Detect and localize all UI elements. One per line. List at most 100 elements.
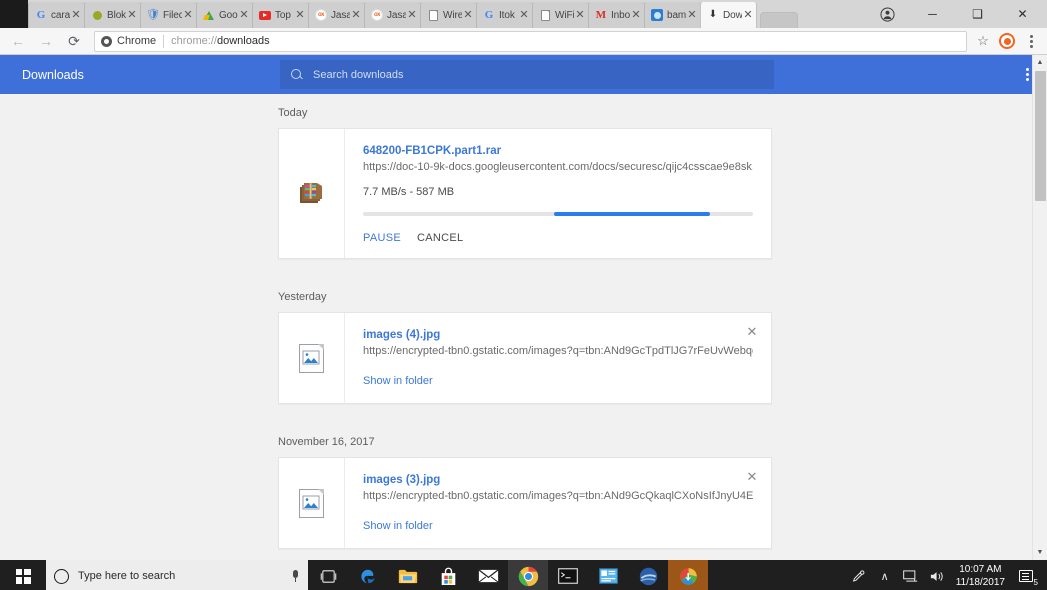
tab-close-icon[interactable]: ✕ [238,9,250,21]
tab-close-icon[interactable]: ✕ [294,9,306,21]
tab-title: Goo [219,9,238,21]
image-file-icon [299,488,324,518]
tab-close-icon[interactable]: ✕ [630,9,642,21]
bookmark-star-icon[interactable]: ☆ [971,29,995,53]
blue-app-button[interactable] [588,560,628,590]
search-downloads-input[interactable]: Search downloads [280,60,774,89]
pen-workspace-icon[interactable] [846,560,872,590]
show-hidden-icons-chevron[interactable]: ∧ [872,560,898,590]
download-action-row: PAUSE CANCEL [363,232,753,244]
browser-tab[interactable]: ⬇ Dow ✕ [700,2,757,28]
internet-download-manager-button[interactable] [668,560,708,590]
profile-avatar-icon[interactable] [865,0,910,28]
download-file-name-link[interactable]: 648200-FB1CPK.part1.rar [363,145,753,157]
download-file-name-link[interactable]: images (3).jpg [363,474,753,486]
tab-close-icon[interactable]: ✕ [574,9,586,21]
action-center-button[interactable]: 5 [1011,560,1041,590]
tab-close-icon[interactable]: ✕ [70,9,82,21]
download-item-card[interactable]: 648200-FB1CPK.part1.rar https://doc-10-9k… [278,128,772,259]
download-pause-button[interactable]: PAUSE [363,232,401,244]
browser-tab[interactable]: Gcara ✕ [28,2,85,28]
address-bar[interactable]: Chrome chrome://downloads [94,30,967,52]
browser-tab-strip: Gcara ✕ Blok ✕ 🛡 Filec ✕ Goo ✕ Top ✕ ox Jasa ✕ ox Jasa ✕… [0,0,1047,28]
task-view-button[interactable] [308,560,348,590]
downloads-scroll-area: Today 648200-FB1CPK.part1.rar https://doc-… [0,94,1047,560]
remove-download-icon[interactable]: ✕ [744,323,760,339]
tab-close-icon[interactable]: ✕ [182,9,194,21]
new-tab-button[interactable] [760,12,798,28]
minimize-button[interactable]: ─ [910,0,955,28]
reload-button[interactable]: ⟳ [60,29,88,53]
browser-tab[interactable]: Goo ✕ [196,2,253,28]
image-file-icon [299,343,324,373]
scrollbar-thumb[interactable] [1035,71,1046,201]
taskbar-search-box[interactable]: Type here to search [46,560,308,590]
download-file-name-link[interactable]: images (4).jpg [363,329,753,341]
clock-time: 10:07 AM [959,564,1002,575]
browser-tab[interactable]: ox Jasa ✕ [308,2,365,28]
close-window-button[interactable]: ✕ [1000,0,1045,28]
bam-icon [651,9,663,21]
tab-close-icon[interactable]: ✕ [462,9,474,21]
google-chrome-button[interactable] [508,560,548,590]
browser-tab[interactable]: bam ✕ [644,2,701,28]
dot-icon [91,9,103,21]
show-in-folder-link[interactable]: Show in folder [363,375,433,387]
forward-button[interactable]: → [32,29,60,53]
search-placeholder-text: Search downloads [313,68,404,81]
browser-tab[interactable]: M Inbo ✕ [588,2,645,28]
ox-icon: ox [315,9,327,21]
browser-tab[interactable]: G Itok ✕ [476,2,533,28]
google-icon: G [36,8,46,21]
download-item-details: 648200-FB1CPK.part1.rar https://doc-10-9k… [345,129,771,258]
extension-badge [999,33,1015,49]
show-in-folder-link[interactable]: Show in folder [363,520,433,532]
chrome-menu-button[interactable] [1019,29,1043,53]
tab-close-icon[interactable]: ✕ [126,9,138,21]
start-button[interactable] [0,560,46,590]
tab-close-icon[interactable]: ✕ [406,9,418,21]
browser-tab[interactable]: Top ✕ [252,2,309,28]
tab-close-icon[interactable]: ✕ [686,9,698,21]
tab-close-icon[interactable]: ✕ [350,9,362,21]
back-button[interactable]: ← [4,29,32,53]
clock-date: 11/18/2017 [955,577,1005,588]
network-icon[interactable] [898,560,924,590]
system-tray: ∧ 10:07 AM 11/18/2017 5 [846,560,1047,590]
remove-download-icon[interactable]: ✕ [744,468,760,484]
download-group-date: Today [278,107,308,119]
tab-close-icon[interactable]: ✕ [742,9,754,21]
download-item-card[interactable]: images (4).jpg https://encrypted-tbn0.gst… [278,312,772,404]
command-prompt-button[interactable] [548,560,588,590]
extension-icon[interactable] [995,29,1019,53]
download-group-date: November 16, 2017 [278,436,375,448]
page-scrollbar[interactable]: ▲ ▼ [1032,55,1047,560]
notification-icon [1019,570,1033,582]
microphone-icon[interactable] [290,569,300,583]
download-item-card[interactable]: images (3).jpg https://encrypted-tbn0.gst… [278,457,772,549]
maximize-button[interactable]: ❑ [955,0,1000,28]
microsoft-store-button[interactable] [428,560,468,590]
taskbar-clock[interactable]: 10:07 AM 11/18/2017 [950,563,1011,589]
google-icon: G [484,8,494,21]
mail-button[interactable] [468,560,508,590]
blue-circle-app-button[interactable] [628,560,668,590]
page-icon [539,9,551,21]
browser-tab[interactable]: 🛡 Filec ✕ [140,2,197,28]
microsoft-edge-button[interactable] [348,560,388,590]
scrollbar-up-arrow[interactable]: ▲ [1033,55,1047,70]
omnibox-scheme-label: Chrome [117,35,157,47]
volume-icon[interactable] [924,560,950,590]
browser-tab[interactable]: WiFi ✕ [532,2,589,28]
downloads-more-menu-button[interactable] [1026,68,1029,81]
tab-title: Filec [163,9,182,21]
browser-tab[interactable]: Blok ✕ [84,2,141,28]
scrollbar-down-arrow[interactable]: ▼ [1033,545,1047,560]
browser-tab[interactable]: ox Jasa ✕ [364,2,421,28]
download-cancel-button[interactable]: CANCEL [417,232,463,244]
browser-tab[interactable]: Wire ✕ [420,2,477,28]
file-explorer-button[interactable] [388,560,428,590]
tab-close-icon[interactable]: ✕ [518,9,530,21]
